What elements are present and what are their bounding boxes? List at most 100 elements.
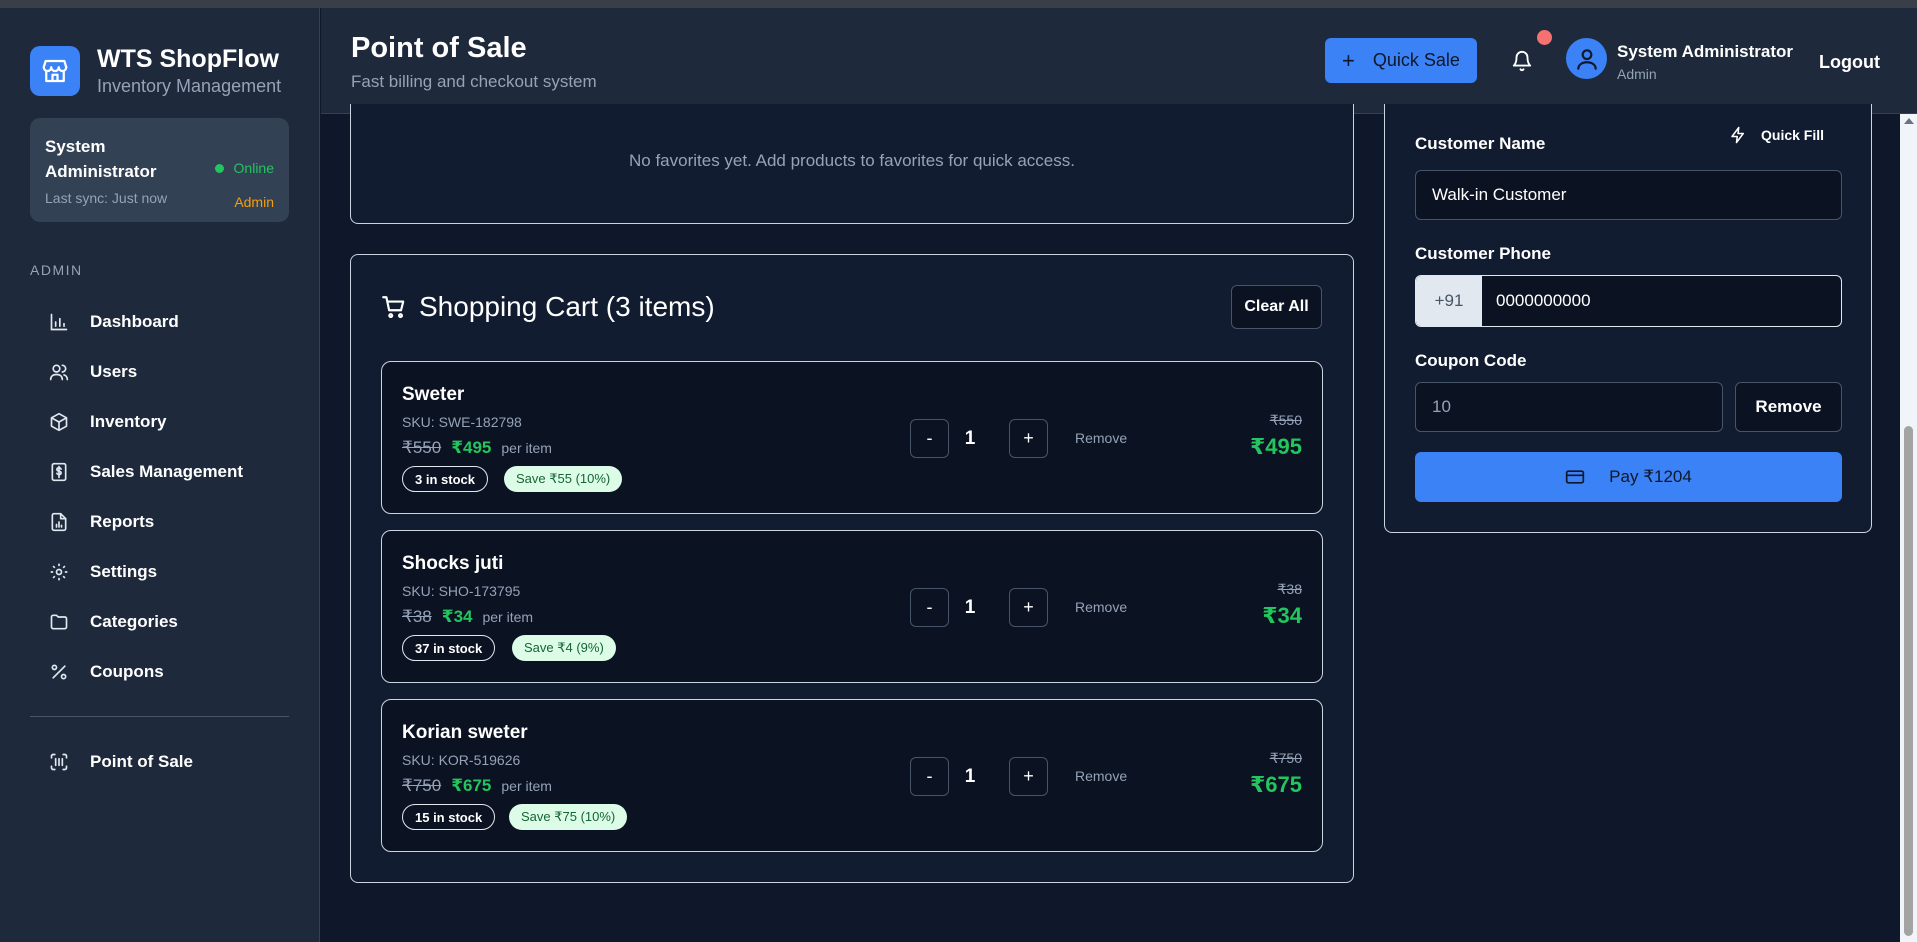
- sidebar-item-categories[interactable]: Categories: [30, 597, 290, 647]
- user-status-card: System Administrator Last sync: Just now…: [30, 118, 289, 222]
- plus-icon: +: [1342, 47, 1355, 73]
- increase-quantity-button[interactable]: +: [1009, 757, 1048, 796]
- folder-icon: [48, 611, 70, 633]
- cart-item: Shocks juti SKU: SHO-173795 ₹38 ₹34 per …: [381, 530, 1323, 683]
- item-sku: SKU: KOR-519626: [402, 752, 521, 768]
- cart-icon: [381, 294, 407, 320]
- customer-name-field[interactable]: Walk-in Customer: [1415, 170, 1842, 220]
- barcode-scan-icon: [48, 751, 70, 773]
- line-total: ₹34: [1262, 603, 1302, 628]
- checkout-panel: Customer Name Quick Fill Walk-in Custome…: [1384, 104, 1872, 533]
- remove-item-button[interactable]: Remove: [1075, 430, 1127, 446]
- increase-quantity-button[interactable]: +: [1009, 588, 1048, 627]
- stock-badge: 15 in stock: [402, 804, 496, 830]
- sidebar-nav: Dashboard Users Inventory Sales Manageme…: [30, 297, 290, 697]
- user-card-name: System Administrator: [45, 137, 157, 181]
- quick-sale-button[interactable]: + Quick Sale: [1325, 38, 1477, 83]
- line-original-total: ₹550: [1269, 412, 1302, 428]
- avatar[interactable]: [1566, 38, 1607, 79]
- scrollbar-thumb[interactable]: [1904, 426, 1913, 936]
- sidebar-item-label: Point of Sale: [90, 752, 193, 771]
- customer-name-label: Customer Name: [1415, 134, 1546, 153]
- percent-icon: [48, 661, 70, 683]
- item-name: Shocks juti: [402, 553, 504, 574]
- remove-item-button[interactable]: Remove: [1075, 768, 1127, 784]
- item-sku: SKU: SHO-173795: [402, 583, 521, 599]
- remove-item-button[interactable]: Remove: [1075, 599, 1127, 615]
- page-title: Point of Sale: [351, 32, 527, 64]
- quick-fill-label: Quick Fill: [1761, 127, 1825, 143]
- sidebar-item-reports[interactable]: Reports: [30, 497, 290, 547]
- savings-badge: Save ₹55 (10%): [504, 466, 623, 492]
- window-top-strip: [0, 0, 1917, 8]
- sidebar-item-label: Dashboard: [90, 312, 179, 331]
- coupon-code-label: Coupon Code: [1415, 351, 1527, 370]
- pay-button[interactable]: Pay ₹1204: [1415, 452, 1842, 502]
- per-item-label: per item: [501, 778, 552, 794]
- customer-phone-label: Customer Phone: [1415, 244, 1552, 263]
- quantity-value: 1: [964, 766, 976, 787]
- quick-fill-button[interactable]: Quick Fill: [1729, 126, 1824, 144]
- customer-phone-group: +91: [1415, 275, 1842, 327]
- cart-item: Sweter SKU: SWE-182798 ₹550 ₹495 per ite…: [381, 361, 1323, 514]
- dollar-receipt-icon: [48, 461, 70, 483]
- shopping-cart-card: Shopping Cart (3 items) Clear All Sweter…: [350, 254, 1354, 883]
- decrease-quantity-button[interactable]: -: [910, 588, 949, 627]
- savings-badge: Save ₹75 (10%): [509, 804, 628, 830]
- nav-divider: [30, 716, 289, 717]
- stock-badge: 3 in stock: [402, 466, 488, 492]
- clear-all-button[interactable]: Clear All: [1231, 285, 1322, 329]
- sidebar-item-label: Users: [90, 362, 138, 381]
- item-discounted-price: ₹495: [451, 438, 492, 457]
- header-user-info[interactable]: System Administrator Admin: [1617, 42, 1793, 82]
- sidebar-item-users[interactable]: Users: [30, 347, 290, 397]
- page-scrollbar[interactable]: [1900, 114, 1917, 942]
- item-discounted-price: ₹675: [451, 776, 492, 795]
- item-original-price: ₹750: [402, 776, 442, 795]
- stock-badge: 37 in stock: [402, 635, 496, 661]
- sidebar-item-point-of-sale[interactable]: Point of Sale: [30, 737, 290, 787]
- scroll-up-arrow-icon[interactable]: [1904, 118, 1914, 124]
- coupon-code-input[interactable]: 10: [1415, 382, 1723, 432]
- per-item-label: per item: [482, 609, 534, 625]
- quantity-value: 1: [964, 597, 976, 618]
- item-name: Korian sweter: [402, 722, 528, 743]
- item-name: Sweter: [402, 384, 465, 405]
- sidebar: WTS ShopFlow Inventory Management System…: [0, 8, 320, 942]
- item-unit-price: ₹38 ₹34 per item: [402, 607, 533, 627]
- per-item-label: per item: [501, 440, 552, 456]
- bell-icon[interactable]: [1511, 50, 1535, 74]
- remove-coupon-button[interactable]: Remove: [1735, 382, 1842, 432]
- user-card-role: Admin: [234, 194, 274, 210]
- credit-card-icon: [1565, 467, 1585, 487]
- top-header: Point of Sale Fast billing and checkout …: [321, 8, 1917, 114]
- notification-dot: [1537, 30, 1552, 45]
- sidebar-item-settings[interactable]: Settings: [30, 547, 290, 597]
- brand-subtitle: Inventory Management: [97, 76, 282, 96]
- store-icon: [30, 46, 80, 96]
- sidebar-item-coupons[interactable]: Coupons: [30, 647, 290, 697]
- line-total: ₹495: [1249, 434, 1302, 459]
- box-icon: [48, 411, 70, 433]
- lightning-icon: [1729, 126, 1747, 144]
- decrease-quantity-button[interactable]: -: [910, 419, 949, 458]
- sidebar-item-inventory[interactable]: Inventory: [30, 397, 290, 447]
- item-discounted-price: ₹34: [441, 607, 473, 626]
- sidebar-item-sales-management[interactable]: Sales Management: [30, 447, 290, 497]
- brand[interactable]: WTS ShopFlow Inventory Management: [30, 44, 281, 98]
- customer-phone-input[interactable]: [1482, 276, 1841, 326]
- quick-sale-label: Quick Sale: [1372, 50, 1460, 70]
- line-total: ₹675: [1249, 772, 1302, 797]
- item-original-price: ₹550: [402, 438, 442, 457]
- bar-chart-icon: [48, 311, 70, 333]
- sidebar-item-label: Inventory: [90, 412, 167, 431]
- increase-quantity-button[interactable]: +: [1009, 419, 1048, 458]
- pay-button-label: Pay ₹1204: [1609, 467, 1692, 486]
- logout-button[interactable]: Logout: [1819, 52, 1880, 73]
- line-original-total: ₹750: [1269, 750, 1302, 766]
- decrease-quantity-button[interactable]: -: [910, 757, 949, 796]
- sidebar-nav-pos: Point of Sale: [30, 737, 290, 787]
- sidebar-item-dashboard[interactable]: Dashboard: [30, 297, 290, 347]
- brand-title: WTS ShopFlow: [97, 45, 279, 73]
- quantity-value: 1: [964, 428, 976, 449]
